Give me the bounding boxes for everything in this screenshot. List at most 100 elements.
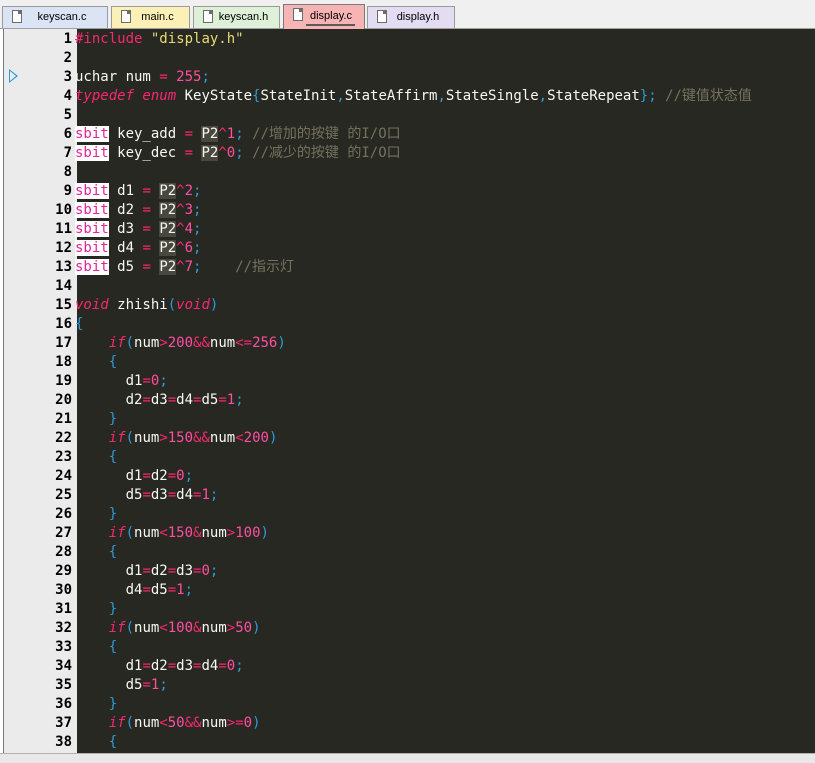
code-text: } xyxy=(108,601,118,617)
code-line[interactable]: 23 { xyxy=(4,448,815,467)
code-line[interactable]: 27 if(num<150&num>100) xyxy=(4,524,815,543)
line-number: 18 xyxy=(55,354,72,370)
code-line[interactable]: 22 if(num>150&&num<200) xyxy=(4,429,815,448)
code-text: typedef enum KeyState{StateInit,StateAff… xyxy=(75,88,752,104)
code-line[interactable]: 1 #include "display.h" xyxy=(4,30,815,49)
code-line[interactable]: 13 sbit d5 = P2^7; //指示灯 xyxy=(4,258,815,277)
line-number: 1 xyxy=(63,31,72,47)
code-text: d1=0; xyxy=(75,373,168,389)
tab-display-c[interactable]: display.c xyxy=(283,4,365,29)
line-number: 8 xyxy=(63,164,72,180)
tab-keyscan-h[interactable]: keyscan.h xyxy=(193,6,280,28)
line-number: 10 xyxy=(55,202,72,218)
code-text: d5=d3=d4=1; xyxy=(75,487,219,503)
line-number: 22 xyxy=(55,430,72,446)
code-text: sbit d3 = P2^4; xyxy=(75,221,202,237)
code-line[interactable]: 34 d1=d2=d3=d4=0; xyxy=(4,657,815,676)
horizontal-scrollbar[interactable] xyxy=(0,753,815,763)
code-text: { xyxy=(108,734,118,750)
line-number: 33 xyxy=(55,639,72,655)
code-line[interactable]: 6 sbit key_add = P2^1; //增加的按键 的I/O口 xyxy=(4,125,815,144)
line-number: 3 xyxy=(63,69,72,85)
code-editor[interactable]: 1 #include "display.h" 2 3 uchar num = 255; 4… xyxy=(3,29,815,753)
tab-keyscan-c[interactable]: keyscan.c xyxy=(2,6,108,28)
line-number: 23 xyxy=(55,449,72,465)
code-line[interactable]: 17 if(num>200&&num<=256) xyxy=(4,334,815,353)
code-line[interactable]: 21 } xyxy=(4,410,815,429)
line-number: 35 xyxy=(55,677,72,693)
code-line[interactable]: 25 d5=d3=d4=1; xyxy=(4,486,815,505)
line-number: 25 xyxy=(55,487,72,503)
code-line[interactable]: 26 } xyxy=(4,505,815,524)
line-number: 12 xyxy=(55,240,72,256)
code-line[interactable]: 28 { xyxy=(4,543,815,562)
code-text: { xyxy=(108,354,118,370)
code-line[interactable]: 37 if(num<50&&num>=0) xyxy=(4,714,815,733)
line-number: 16 xyxy=(55,316,72,332)
code-text: d1=d2=0; xyxy=(75,468,194,484)
code-line[interactable]: 38 { xyxy=(4,733,815,752)
code-text: d5=1; xyxy=(75,677,168,693)
code-line[interactable]: 36 } xyxy=(4,695,815,714)
code-line[interactable]: 11 sbit d3 = P2^4; xyxy=(4,220,815,239)
code-text: sbit d4 = P2^6; xyxy=(75,240,202,256)
line-number: 21 xyxy=(55,411,72,427)
code-text: } xyxy=(108,506,118,522)
line-number: 36 xyxy=(55,696,72,712)
code-text: void zhishi(void) xyxy=(75,297,219,313)
line-number: 34 xyxy=(55,658,72,674)
code-line[interactable]: 2 xyxy=(4,49,815,68)
code-text: sbit key_dec = P2^0; //减少的按键 的I/O口 xyxy=(75,145,401,161)
code-line[interactable]: 29 d1=d2=d3=0; xyxy=(4,562,815,581)
code-text: { xyxy=(75,316,84,332)
code-line[interactable]: 32 if(num<100&num>50) xyxy=(4,619,815,638)
code-line[interactable]: 8 xyxy=(4,163,815,182)
code-line[interactable]: 15 void zhishi(void) xyxy=(4,296,815,315)
code-text: sbit d5 = P2^7; //指示灯 xyxy=(75,259,295,275)
code-line[interactable]: 20 d2=d3=d4=d5=1; xyxy=(4,391,815,410)
code-text: } xyxy=(108,411,118,427)
code-line[interactable]: 18 { xyxy=(4,353,815,372)
line-number: 38 xyxy=(55,734,72,750)
code-line[interactable]: 33 { xyxy=(4,638,815,657)
code-line[interactable]: 24 d1=d2=0; xyxy=(4,467,815,486)
code-line[interactable]: 30 d4=d5=1; xyxy=(4,581,815,600)
line-number: 29 xyxy=(55,563,72,579)
code-text: d2=d3=d4=d5=1; xyxy=(75,392,244,408)
code-line[interactable]: 19 d1=0; xyxy=(4,372,815,391)
code-text: if(num>200&&num<=256) xyxy=(108,335,286,351)
code-text: if(num<50&&num>=0) xyxy=(108,715,261,731)
line-number: 27 xyxy=(55,525,72,541)
active-tab-underline xyxy=(306,24,355,26)
line-number: 15 xyxy=(55,297,72,313)
code-line[interactable]: 4 typedef enum KeyState{StateInit,StateAf… xyxy=(4,87,815,106)
code-line[interactable]: 35 d5=1; xyxy=(4,676,815,695)
line-number: 17 xyxy=(55,335,72,351)
code-line[interactable]: 12 sbit d4 = P2^6; xyxy=(4,239,815,258)
code-line[interactable]: 3 uchar num = 255; xyxy=(4,68,815,87)
code-line[interactable]: 14 xyxy=(4,277,815,296)
tab-label: main.c xyxy=(141,11,174,23)
tab-main-c[interactable]: main.c xyxy=(111,6,190,28)
code-line[interactable]: 31 } xyxy=(4,600,815,619)
code-line[interactable]: 10 sbit d2 = P2^3; xyxy=(4,201,815,220)
code-text: #include "display.h" xyxy=(75,31,244,47)
code-line[interactable]: 16{ xyxy=(4,315,815,334)
code-text: { xyxy=(108,544,118,560)
line-number: 11 xyxy=(55,221,72,237)
tab-label: keyscan.h xyxy=(218,11,269,23)
code-line[interactable]: 7 sbit key_dec = P2^0; //减少的按键 的I/O口 xyxy=(4,144,815,163)
line-number: 20 xyxy=(55,392,72,408)
code-text: sbit d2 = P2^3; xyxy=(75,202,202,218)
code-line[interactable]: 5 xyxy=(4,106,815,125)
code-line[interactable]: 9 sbit d1 = P2^2; xyxy=(4,182,815,201)
line-number: 24 xyxy=(55,468,72,484)
line-number: 37 xyxy=(55,715,72,731)
code-text: sbit d1 = P2^2; xyxy=(75,183,202,199)
line-number: 28 xyxy=(55,544,72,560)
line-number: 32 xyxy=(55,620,72,636)
code-text: d4=d5=1; xyxy=(75,582,194,598)
code-text: } xyxy=(108,696,118,712)
line-number: 2 xyxy=(63,50,72,66)
tab-display-h[interactable]: display.h xyxy=(367,6,455,28)
